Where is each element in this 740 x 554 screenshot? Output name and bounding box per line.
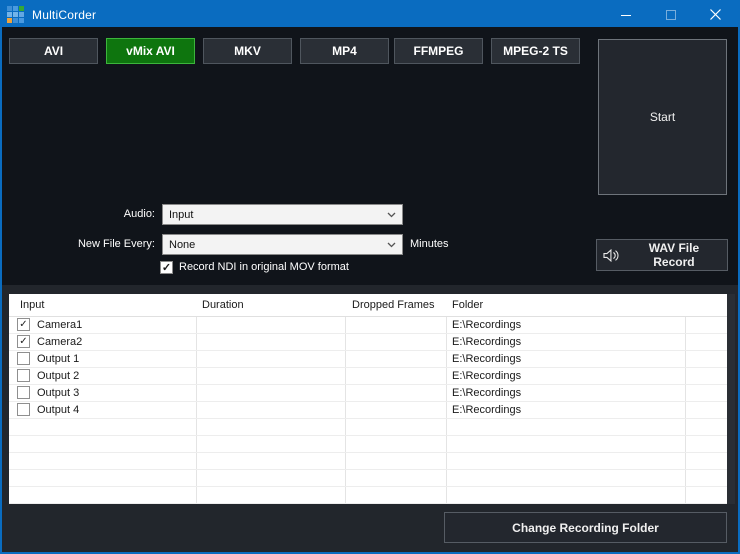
- table-row[interactable]: [9, 453, 727, 470]
- input-checkbox[interactable]: [17, 369, 30, 382]
- cell-input: Output 3: [37, 385, 79, 401]
- logo-square: [19, 12, 24, 17]
- close-icon: [710, 9, 721, 20]
- table-row[interactable]: [9, 436, 727, 453]
- start-button[interactable]: Start: [598, 39, 727, 195]
- logo-square: [19, 6, 24, 11]
- column-header-folder[interactable]: Folder: [452, 294, 483, 317]
- table-row[interactable]: Output 2 E:\Recordings: [9, 368, 727, 385]
- table-row[interactable]: Camera2 E:\Recordings: [9, 334, 727, 351]
- close-button[interactable]: [693, 2, 738, 27]
- input-checkbox[interactable]: [17, 386, 30, 399]
- format-tab-avi[interactable]: AVI: [9, 38, 98, 64]
- minimize-button[interactable]: [603, 2, 648, 27]
- cell-input: Camera2: [37, 334, 82, 350]
- logo-square: [13, 18, 18, 23]
- cell-folder: E:\Recordings: [452, 368, 521, 384]
- content-area: AVI vMix AVI MKV MP4FFMPEG MPEG-2 TS Start A…: [2, 27, 738, 552]
- window-controls: [603, 2, 738, 27]
- column-header-duration[interactable]: Duration: [202, 294, 244, 317]
- speaker-icon: [603, 249, 620, 262]
- table-row[interactable]: Output 3 E:\Recordings: [9, 385, 727, 402]
- logo-square: [7, 6, 12, 11]
- window-title: MultiCorder: [32, 8, 96, 22]
- ndi-mov-checkbox[interactable]: [160, 261, 173, 274]
- chevron-down-icon: [387, 212, 396, 218]
- new-file-every-label: New File Every:: [35, 234, 155, 255]
- logo-square: [7, 18, 12, 23]
- new-file-every-selected-value: None: [169, 239, 387, 251]
- table-row[interactable]: [9, 487, 727, 504]
- format-tab-mpeg-2-ts[interactable]: MPEG-2 TS: [491, 38, 580, 64]
- cell-input: Camera1: [37, 317, 82, 333]
- column-header-dropped-frames[interactable]: Dropped Frames: [352, 294, 435, 317]
- audio-select[interactable]: Input: [162, 204, 403, 225]
- cell-input: Output 4: [37, 402, 79, 418]
- table-body: Camera1 E:\Recordings Camera2 E:\Recordings…: [9, 317, 727, 504]
- logo-square: [13, 6, 18, 11]
- audio-label: Audio:: [55, 204, 155, 225]
- table-header: Input Duration Dropped Frames Folder: [9, 294, 727, 317]
- format-tab-ffmpeg[interactable]: FFMPEG: [394, 38, 483, 64]
- cell-folder: E:\Recordings: [452, 402, 521, 418]
- table-row[interactable]: Camera1 E:\Recordings: [9, 317, 727, 334]
- vmix-logo-icon: [7, 6, 24, 23]
- input-checkbox[interactable]: [17, 352, 30, 365]
- titlebar: MultiCorder: [2, 2, 738, 27]
- cell-folder: E:\Recordings: [452, 385, 521, 401]
- logo-square: [19, 18, 24, 23]
- format-tab-vmix-avi[interactable]: vMix AVI: [106, 38, 195, 64]
- audio-selected-value: Input: [169, 209, 387, 221]
- new-file-every-select[interactable]: None: [162, 234, 403, 255]
- input-checkbox[interactable]: [17, 403, 30, 416]
- change-recording-folder-label: Change Recording Folder: [512, 521, 659, 535]
- recordings-table: Input Duration Dropped Frames Folder Cam…: [9, 294, 735, 504]
- column-header-input[interactable]: Input: [20, 294, 44, 317]
- minutes-label: Minutes: [410, 234, 449, 255]
- wav-file-record-label: WAV File Record: [627, 241, 721, 269]
- cell-folder: E:\Recordings: [452, 317, 521, 333]
- cell-input: Output 1: [37, 351, 79, 367]
- input-checkbox[interactable]: [17, 318, 30, 331]
- cell-input: Output 2: [37, 368, 79, 384]
- change-recording-folder-button[interactable]: Change Recording Folder: [444, 512, 727, 543]
- table-row[interactable]: [9, 470, 727, 487]
- table-row[interactable]: Output 1 E:\Recordings: [9, 351, 727, 368]
- logo-square: [7, 12, 12, 17]
- multicorder-window: MultiCorder AVIvMix AVIMKVMP4F: [0, 0, 740, 554]
- format-tab-mkv[interactable]: MKV: [203, 38, 292, 64]
- cell-folder: E:\Recordings: [452, 351, 521, 367]
- input-checkbox[interactable]: [17, 335, 30, 348]
- wav-file-record-button[interactable]: WAV File Record: [596, 239, 728, 271]
- table-row[interactable]: [9, 419, 727, 436]
- maximize-button: [648, 2, 693, 27]
- cell-folder: E:\Recordings: [452, 334, 521, 350]
- table-vertical-scrollbar[interactable]: [727, 294, 735, 504]
- table-row[interactable]: Output 4 E:\Recordings: [9, 402, 727, 419]
- logo-square: [13, 12, 18, 17]
- minimize-icon: [621, 10, 631, 20]
- ndi-mov-checkbox-label: Record NDI in original MOV format: [179, 257, 349, 278]
- maximize-icon: [666, 10, 676, 20]
- chevron-down-icon: [387, 242, 396, 248]
- format-tab-mp4[interactable]: MP4: [300, 38, 389, 64]
